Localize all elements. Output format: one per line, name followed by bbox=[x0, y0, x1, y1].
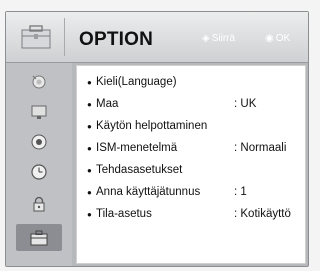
menu-header: OPTION ◈ Siirrä ◉ OK bbox=[6, 12, 308, 63]
header-divider bbox=[64, 18, 65, 56]
move-hint: ◈ Siirrä bbox=[202, 33, 235, 44]
menu-item-factory-reset[interactable]: ● Tehdasasetukset bbox=[87, 164, 305, 182]
menu-item-value: : Kotikäyttö bbox=[234, 208, 291, 220]
clock-icon bbox=[31, 163, 47, 180]
menu-item-label: ISM-menetelmä bbox=[96, 142, 178, 154]
page-title: OPTION bbox=[79, 29, 154, 50]
screen-icon bbox=[31, 105, 47, 119]
menu-item-accessibility[interactable]: ● Käytön helpottaminen bbox=[87, 120, 305, 138]
navigation-arrows-icon: ◈ bbox=[202, 33, 210, 44]
bullet-icon: ● bbox=[87, 100, 92, 109]
menu-item-label: Käytön helpottaminen bbox=[96, 120, 208, 132]
tv-menu-screen: OPTION ◈ Siirrä ◉ OK ● Kieli(Language) ●… bbox=[0, 0, 320, 271]
bullet-icon: ● bbox=[87, 166, 92, 175]
picture-icon bbox=[32, 75, 46, 88]
sidebar-item-audio[interactable] bbox=[16, 128, 62, 155]
sidebar-item-screen[interactable] bbox=[16, 98, 62, 125]
menu-item-label: Maa bbox=[96, 98, 119, 110]
ok-hint-label: OK bbox=[275, 33, 291, 44]
menu-item-value: : 1 bbox=[234, 186, 247, 198]
move-hint-label: Siirrä bbox=[211, 33, 236, 44]
sidebar-item-option[interactable] bbox=[16, 224, 62, 251]
bullet-icon: ● bbox=[87, 188, 92, 197]
menu-item-label: Tila-asetus bbox=[96, 208, 152, 220]
ok-button-icon: ◉ bbox=[265, 33, 274, 44]
category-sidebar bbox=[6, 63, 72, 266]
menu-item-label: Anna käyttäjätunnus bbox=[96, 186, 201, 198]
sidebar-item-time[interactable] bbox=[16, 158, 62, 185]
menu-item-language[interactable]: ● Kieli(Language) bbox=[87, 76, 305, 94]
ok-hint: ◉ OK bbox=[265, 33, 290, 44]
option-list: ● Kieli(Language) ● Maa : UK ● Käytön he… bbox=[76, 65, 306, 264]
audio-icon bbox=[31, 134, 47, 149]
sidebar-item-picture[interactable] bbox=[16, 68, 62, 95]
menu-item-value: : UK bbox=[234, 98, 257, 110]
lock-icon bbox=[33, 196, 45, 211]
bullet-icon: ● bbox=[87, 122, 92, 131]
menu-item-label: Kieli(Language) bbox=[96, 76, 177, 88]
bullet-icon: ● bbox=[87, 144, 92, 153]
bullet-icon: ● bbox=[87, 78, 92, 87]
option-menu-panel: OPTION ◈ Siirrä ◉ OK ● Kieli(Language) ●… bbox=[5, 11, 309, 267]
menu-item-mode-setting[interactable]: ● Tila-asetus : Kotikäyttö bbox=[87, 208, 305, 226]
bullet-icon: ● bbox=[87, 210, 92, 219]
menu-item-ism-method[interactable]: ● ISM-menetelmä : Normaali bbox=[87, 142, 305, 160]
option-icon bbox=[30, 230, 48, 245]
menu-item-label: Tehdasasetukset bbox=[96, 164, 183, 176]
menu-item-value: : Normaali bbox=[234, 142, 287, 154]
sidebar-item-lock[interactable] bbox=[16, 190, 62, 217]
option-toolbox-icon bbox=[21, 25, 51, 49]
menu-item-country[interactable]: ● Maa : UK bbox=[87, 98, 305, 116]
menu-item-set-id[interactable]: ● Anna käyttäjätunnus : 1 bbox=[87, 186, 305, 204]
